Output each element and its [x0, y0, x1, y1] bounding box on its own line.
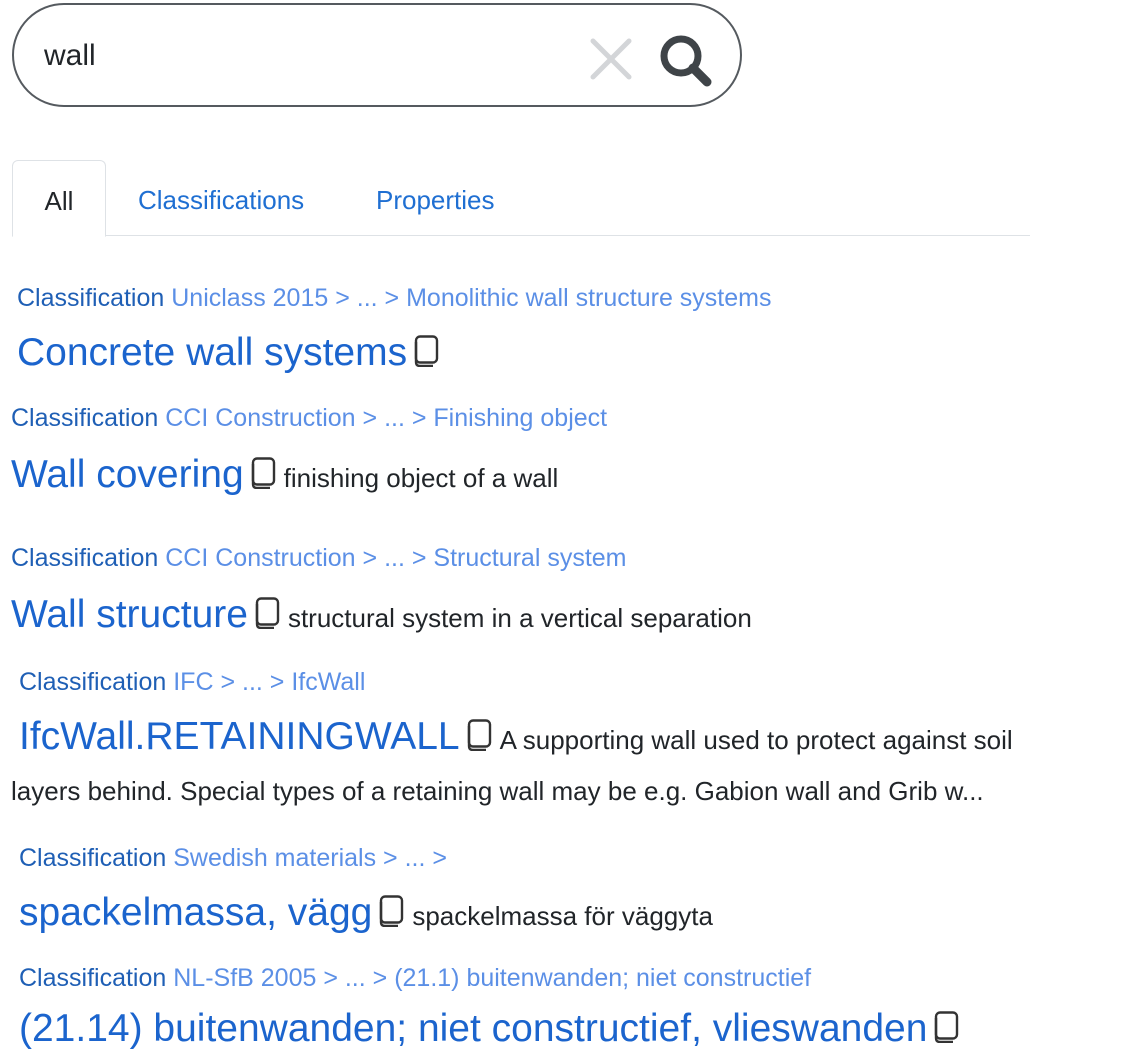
result-path-link[interactable]: Swedish materials > ... >	[173, 844, 447, 872]
tab-classifications[interactable]: Classifications	[138, 160, 304, 236]
result-description: structural system in a vertical separati…	[287, 603, 752, 633]
result-item: Wall structure structural system in a ver…	[11, 593, 752, 647]
result-title-link[interactable]: IfcWall.RETAININGWALL	[19, 715, 460, 758]
result-description: A supporting wall used to protect agains…	[499, 725, 1013, 755]
result-item: IfcWall.RETAININGWALL A supporting wall u…	[19, 715, 1013, 769]
result-path-link[interactable]: CCI Construction > ... > Finishing objec…	[165, 404, 607, 432]
copy-icon[interactable]	[466, 719, 492, 769]
result-item: spackelmassa, vägg spackelmassa för väggy…	[19, 891, 713, 945]
result-path-link[interactable]: CCI Construction > ... > Structural syst…	[165, 544, 626, 572]
search-box	[12, 3, 742, 107]
search-icon	[660, 35, 712, 87]
result-tabs: All Classifications Properties	[12, 160, 1030, 237]
result-description-continued: layers behind. Special types of a retain…	[11, 776, 984, 806]
result-type: Classification	[19, 668, 167, 696]
clear-search-button[interactable]	[588, 36, 634, 82]
result-path-link[interactable]: IFC > ... > IfcWall	[173, 668, 365, 696]
result-title-link[interactable]: Wall covering	[11, 453, 244, 496]
copy-icon[interactable]	[254, 597, 280, 647]
result-type: Classification	[17, 284, 165, 312]
result-breadcrumb: Classification Swedish materials > ... >	[19, 843, 447, 873]
result-type: Classification	[19, 844, 167, 872]
result-breadcrumb: Classification IFC > ... > IfcWall	[19, 667, 365, 697]
result-breadcrumb: Classification CCI Construction > ... > …	[11, 403, 607, 433]
result-description: spackelmassa för väggyta	[412, 901, 713, 931]
result-title-link[interactable]: spackelmassa, vägg	[19, 891, 372, 934]
close-icon	[590, 38, 632, 80]
result-path-link[interactable]: NL-SfB 2005 > ... > (21.1) buitenwanden;…	[173, 964, 811, 992]
result-path-link[interactable]: Uniclass 2015 > ... > Monolithic wall st…	[171, 284, 771, 312]
tab-properties[interactable]: Properties	[376, 160, 495, 236]
search-button[interactable]	[658, 33, 712, 87]
result-title-link[interactable]: (21.14) buitenwanden; niet constructief,…	[19, 1007, 927, 1050]
result-type: Classification	[11, 404, 159, 432]
result-title-link[interactable]: Wall structure	[11, 593, 248, 636]
result-item: Concrete wall systems	[17, 331, 447, 385]
search-input[interactable]	[44, 33, 564, 79]
result-breadcrumb: Classification CCI Construction > ... > …	[11, 543, 627, 573]
copy-icon[interactable]	[413, 335, 439, 385]
tab-all[interactable]: All	[12, 160, 106, 237]
copy-icon[interactable]	[250, 457, 276, 507]
result-breadcrumb: Classification NL-SfB 2005 > ... > (21.1…	[19, 963, 811, 993]
result-type: Classification	[19, 964, 167, 992]
copy-icon[interactable]	[933, 1011, 959, 1061]
result-type: Classification	[11, 544, 159, 572]
result-item: Wall covering finishing object of a wall	[11, 453, 558, 507]
result-description: finishing object of a wall	[283, 463, 559, 493]
result-title-link[interactable]: Concrete wall systems	[17, 331, 407, 374]
copy-icon[interactable]	[378, 895, 404, 945]
result-breadcrumb: Classification Uniclass 2015 > ... > Mon…	[17, 283, 771, 313]
